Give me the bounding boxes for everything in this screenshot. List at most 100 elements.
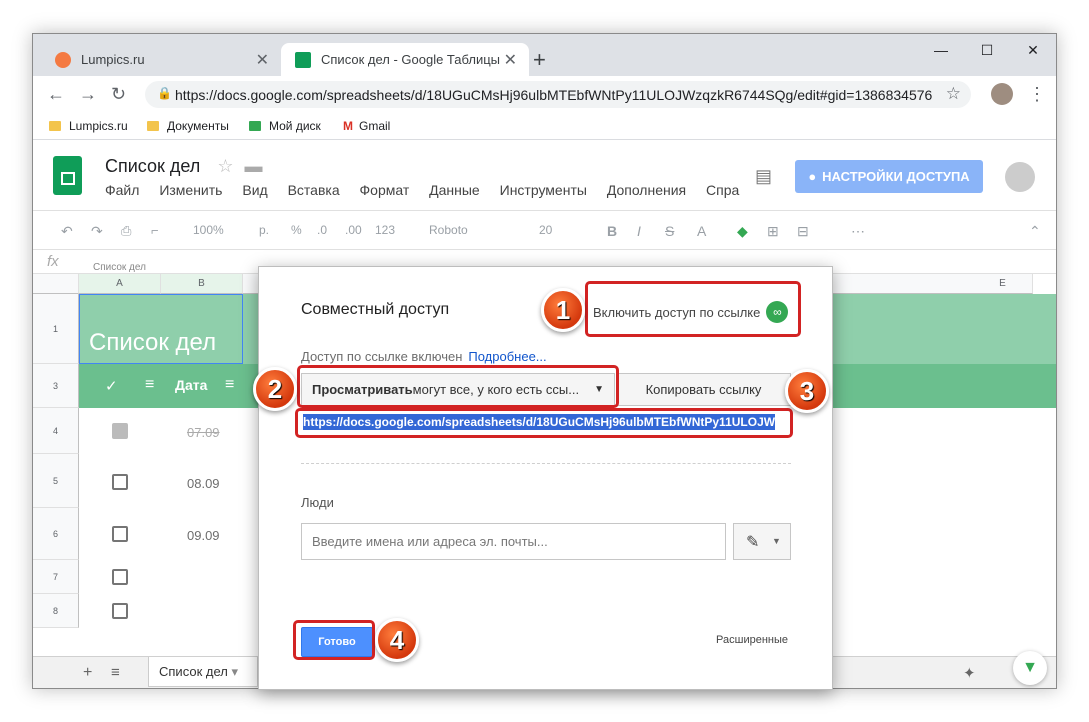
maximize-button[interactable]: ☐: [964, 42, 1010, 59]
column-header-b[interactable]: B: [161, 274, 243, 294]
merge-cells-icon[interactable]: ⊟: [797, 223, 809, 240]
bookmark-star-icon[interactable]: ☆: [946, 84, 961, 104]
menu-tools[interactable]: Инструменты: [500, 182, 587, 198]
number-format-select[interactable]: 123: [375, 223, 395, 237]
explore-icon[interactable]: ✦: [963, 664, 976, 682]
date-cell: 07.09: [187, 425, 220, 440]
bold-icon[interactable]: B: [607, 223, 617, 239]
menu-data[interactable]: Данные: [429, 182, 480, 198]
highlight-step-3: [295, 408, 793, 438]
address-bar[interactable]: 🔒 https://docs.google.com/spreadsheets/d…: [145, 81, 971, 108]
checkbox[interactable]: [112, 569, 128, 585]
italic-icon[interactable]: I: [637, 223, 641, 239]
bookmark-gmail[interactable]: M Gmail: [343, 119, 390, 133]
pencil-icon: ✎: [746, 534, 760, 551]
checkbox[interactable]: [112, 603, 128, 619]
currency-button[interactable]: р.: [259, 223, 269, 237]
row-header-1[interactable]: 1: [33, 294, 79, 364]
bookmark-documents[interactable]: Документы: [147, 119, 229, 133]
highlight-step-1: [585, 281, 801, 337]
step-badge-1: 1: [541, 288, 585, 332]
sheets-logo-icon[interactable]: [53, 156, 82, 195]
advanced-link[interactable]: Расширенные: [716, 634, 788, 646]
drive-icon: [249, 121, 261, 131]
filter-icon[interactable]: ≡: [225, 376, 234, 394]
shield-icon[interactable]: ▼: [1013, 651, 1047, 685]
tab-title: Lumpics.ru: [81, 52, 145, 67]
checkbox[interactable]: [112, 526, 128, 542]
paint-format-icon[interactable]: ⌐: [151, 223, 159, 238]
share-button[interactable]: ● НАСТРОЙКИ ДОСТУПА: [795, 160, 983, 193]
borders-icon[interactable]: ⊞: [767, 223, 779, 240]
close-window-button[interactable]: ✕: [1010, 42, 1056, 59]
star-icon[interactable]: ☆: [217, 156, 233, 176]
new-tab-button[interactable]: +: [533, 47, 546, 73]
close-tab-icon[interactable]: ✕: [504, 50, 517, 70]
row-header-7[interactable]: 7: [33, 560, 79, 594]
increase-decimal-button[interactable]: .00: [345, 223, 362, 237]
sheet-tab[interactable]: Список дел ▾: [148, 657, 258, 687]
add-sheet-icon[interactable]: +: [83, 664, 92, 682]
column-header-a[interactable]: A: [79, 274, 161, 294]
all-sheets-icon[interactable]: ≡: [111, 664, 120, 681]
folder-icon[interactable]: ▬: [244, 156, 262, 176]
print-icon[interactable]: ⎙: [121, 223, 131, 239]
menu-edit[interactable]: Изменить: [159, 182, 222, 198]
folder-icon: [49, 121, 61, 131]
fill-color-icon[interactable]: ◆: [737, 223, 748, 240]
more-options-icon[interactable]: ⋯: [851, 223, 865, 240]
close-tab-icon[interactable]: ✕: [256, 50, 269, 70]
undo-icon[interactable]: ↶: [61, 223, 73, 240]
zoom-select[interactable]: 100%: [193, 223, 224, 237]
reload-icon[interactable]: ↻: [111, 84, 126, 105]
back-icon[interactable]: ←: [47, 84, 65, 105]
browser-menu-icon[interactable]: ⋮: [1028, 84, 1046, 105]
decrease-decimal-button[interactable]: .0: [317, 223, 327, 237]
menu-insert[interactable]: Вставка: [288, 182, 340, 198]
dropdown-icon[interactable]: ▾: [231, 664, 238, 679]
forward-icon[interactable]: →: [79, 84, 97, 105]
font-select[interactable]: Roboto: [429, 223, 468, 237]
tab-title: Список дел - Google Таблицы: [321, 52, 501, 67]
row-header-5[interactable]: 5: [33, 454, 79, 508]
strikethrough-icon[interactable]: S: [665, 223, 674, 239]
step-badge-2: 2: [253, 367, 297, 411]
learn-more-link[interactable]: Подробнее...: [468, 349, 546, 364]
comments-icon[interactable]: ▤: [755, 166, 772, 187]
filter-icon[interactable]: ≡: [145, 376, 154, 394]
menu-help[interactable]: Спра: [706, 182, 739, 198]
menu-format[interactable]: Формат: [360, 182, 410, 198]
bookmark-drive[interactable]: Мой диск: [249, 119, 321, 133]
minimize-button[interactable]: —: [918, 42, 964, 58]
date-cell: 08.09: [187, 476, 220, 491]
percent-button[interactable]: %: [291, 223, 302, 237]
row-header-3[interactable]: 3: [33, 364, 79, 408]
row-header-6[interactable]: 6: [33, 508, 79, 560]
row-header-8[interactable]: 8: [33, 594, 79, 628]
font-size-select[interactable]: 20: [539, 223, 552, 237]
copy-link-button[interactable]: Копировать ссылку: [616, 373, 791, 406]
tab-lumpics[interactable]: Lumpics.ru ✕: [41, 43, 281, 76]
menu-addons[interactable]: Дополнения: [607, 182, 686, 198]
text-color-icon[interactable]: A: [697, 223, 706, 239]
people-input[interactable]: Введите имена или адреса эл. почты...: [301, 523, 726, 560]
account-avatar[interactable]: [1005, 162, 1035, 192]
permission-edit-button[interactable]: ✎ ▼: [733, 523, 791, 560]
url-text: https://docs.google.com/spreadsheets/d/1…: [175, 87, 933, 103]
row-header-4[interactable]: 4: [33, 408, 79, 454]
corner-header[interactable]: [33, 274, 79, 294]
highlight-step-2: [297, 365, 619, 408]
tab-sheets[interactable]: Список дел - Google Таблицы ✕: [281, 43, 529, 76]
column-header-e[interactable]: E: [973, 274, 1033, 294]
tab-strip: Lumpics.ru ✕ Список дел - Google Таблицы…: [33, 34, 1056, 76]
collapse-toolbar-icon[interactable]: ⌃: [1029, 223, 1041, 240]
folder-icon: [147, 121, 159, 131]
document-title[interactable]: Список дел ☆ ▬: [105, 156, 262, 177]
checkbox-checked[interactable]: [112, 423, 128, 439]
profile-avatar[interactable]: [991, 83, 1013, 105]
menu-view[interactable]: Вид: [242, 182, 267, 198]
bookmark-lumpics[interactable]: Lumpics.ru: [49, 119, 128, 133]
redo-icon[interactable]: ↷: [91, 223, 103, 240]
menu-file[interactable]: Файл: [105, 182, 139, 198]
checkbox[interactable]: [112, 474, 128, 490]
